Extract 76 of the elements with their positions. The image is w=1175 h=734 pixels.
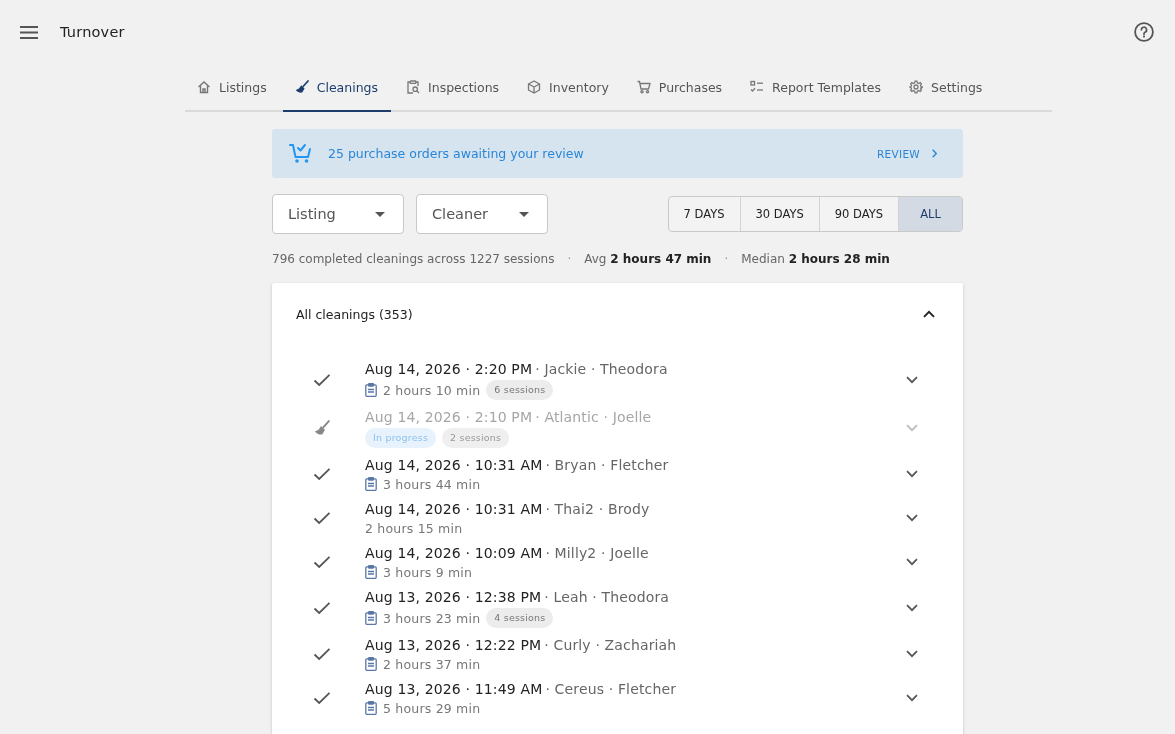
cleaning-datetime: Aug 13, 2026 · 11:49 AM [365, 681, 543, 697]
chevron-down-icon[interactable] [906, 558, 918, 566]
cart-icon [636, 80, 651, 94]
sessions-badge: 6 sessions [486, 380, 554, 400]
check-icon [313, 467, 331, 481]
range-toggle[interactable]: 7 DAYS [668, 197, 740, 231]
chevron-down-icon[interactable] [906, 470, 918, 478]
sessions-badge: 4 sessions [486, 608, 554, 628]
range-toggle[interactable]: ALL [898, 197, 962, 231]
duration-text: 2 hours 37 min [383, 656, 481, 672]
cleaning-datetime: Aug 13, 2026 · 12:22 PM [365, 637, 542, 653]
chevron-icon[interactable] [923, 310, 935, 318]
filter-dropdown[interactable]: Listing [272, 194, 404, 234]
check-icon [313, 555, 331, 569]
chevron-down-icon[interactable] [906, 694, 918, 702]
chevron-right-icon [932, 149, 937, 158]
caret-down-icon [519, 211, 529, 217]
section-title: All cleanings (353) [296, 306, 413, 322]
check-icon [313, 601, 331, 615]
caret-down-icon [375, 211, 385, 217]
help-icon[interactable] [1134, 22, 1154, 42]
cleaning-details: · Thai2 · Brody [545, 501, 650, 517]
stat-text: Median 2 hours 28 min [741, 251, 890, 267]
filter-dropdown[interactable]: Cleaner [416, 194, 548, 234]
tab[interactable]: Report Templates [738, 64, 895, 112]
cleaning-datetime: Aug 14, 2026 · 10:31 AM [365, 457, 543, 473]
check-icon [313, 647, 331, 661]
range-toggle[interactable]: 30 DAYS [739, 197, 819, 231]
cleaning-datetime: Aug 14, 2026 · 10:31 AM [365, 501, 543, 517]
tab[interactable]: Settings [897, 64, 996, 112]
cleaning-datetime: Aug 14, 2026 · 2:10 PM [365, 409, 533, 425]
cleaning-details: · Leah · Theodora [544, 589, 670, 605]
cleaning-datetime: Aug 13, 2026 · 12:38 PM [365, 589, 542, 605]
cart-check-icon [289, 143, 312, 164]
tab[interactable]: Inventory [515, 64, 622, 112]
box-icon [527, 80, 542, 94]
tab[interactable]: Listings [185, 64, 280, 112]
app-title: Turnover [60, 24, 125, 40]
duration-text: 2 hours 15 min [365, 520, 463, 536]
separator-dot: · [567, 251, 572, 267]
chevron-down-icon[interactable] [906, 514, 918, 522]
banner-message: 25 purchase orders awaiting your review [328, 146, 584, 161]
check-icon [313, 373, 331, 387]
cleaning-datetime: Aug 14, 2026 · 2:20 PM [365, 361, 533, 377]
menu-icon[interactable] [20, 25, 38, 39]
tab[interactable]: Cleanings [282, 64, 392, 112]
check-icon [313, 691, 331, 705]
chevron-down-icon[interactable] [906, 650, 918, 658]
tab[interactable]: Purchases [624, 64, 736, 112]
stat-text: Avg 2 hours 47 min [584, 251, 712, 267]
broom-icon [294, 80, 309, 94]
broom-icon [313, 420, 331, 436]
check-icon [313, 511, 331, 525]
chevron-down-icon[interactable] [906, 604, 918, 612]
duration-text: 2 hours 10 min [383, 382, 481, 398]
cleaning-details: · Atlantic · Joelle [535, 409, 652, 425]
tab[interactable]: Inspections [394, 64, 513, 112]
sessions-badge: 2 sessions [442, 428, 510, 448]
checklist-icon [750, 80, 765, 94]
stat-text: 796 completed cleanings across 1227 sessions [272, 251, 555, 267]
cleaning-details: · Milly2 · Joelle [545, 545, 649, 561]
status-badge: In progress [365, 428, 437, 448]
cleaning-details: · Curly · Zachariah [544, 637, 677, 653]
settings-icon [909, 80, 924, 94]
cleaning-details: · Cereus · Fletcher [545, 681, 677, 697]
chevron-down-icon[interactable] [906, 376, 918, 384]
clipboard-search-icon [406, 80, 421, 94]
cleaning-details: · Jackie · Theodora [535, 361, 668, 377]
duration-text: 3 hours 23 min [383, 610, 481, 626]
separator-dot: · [724, 251, 729, 267]
duration-text: 5 hours 29 min [383, 700, 481, 716]
cleaning-details: · Bryan · Fletcher [545, 457, 669, 473]
duration-text: 3 hours 44 min [383, 476, 481, 492]
house-icon [197, 80, 211, 94]
duration-text: 3 hours 9 min [383, 564, 473, 580]
cleaning-datetime: Aug 14, 2026 · 10:09 AM [365, 545, 543, 561]
